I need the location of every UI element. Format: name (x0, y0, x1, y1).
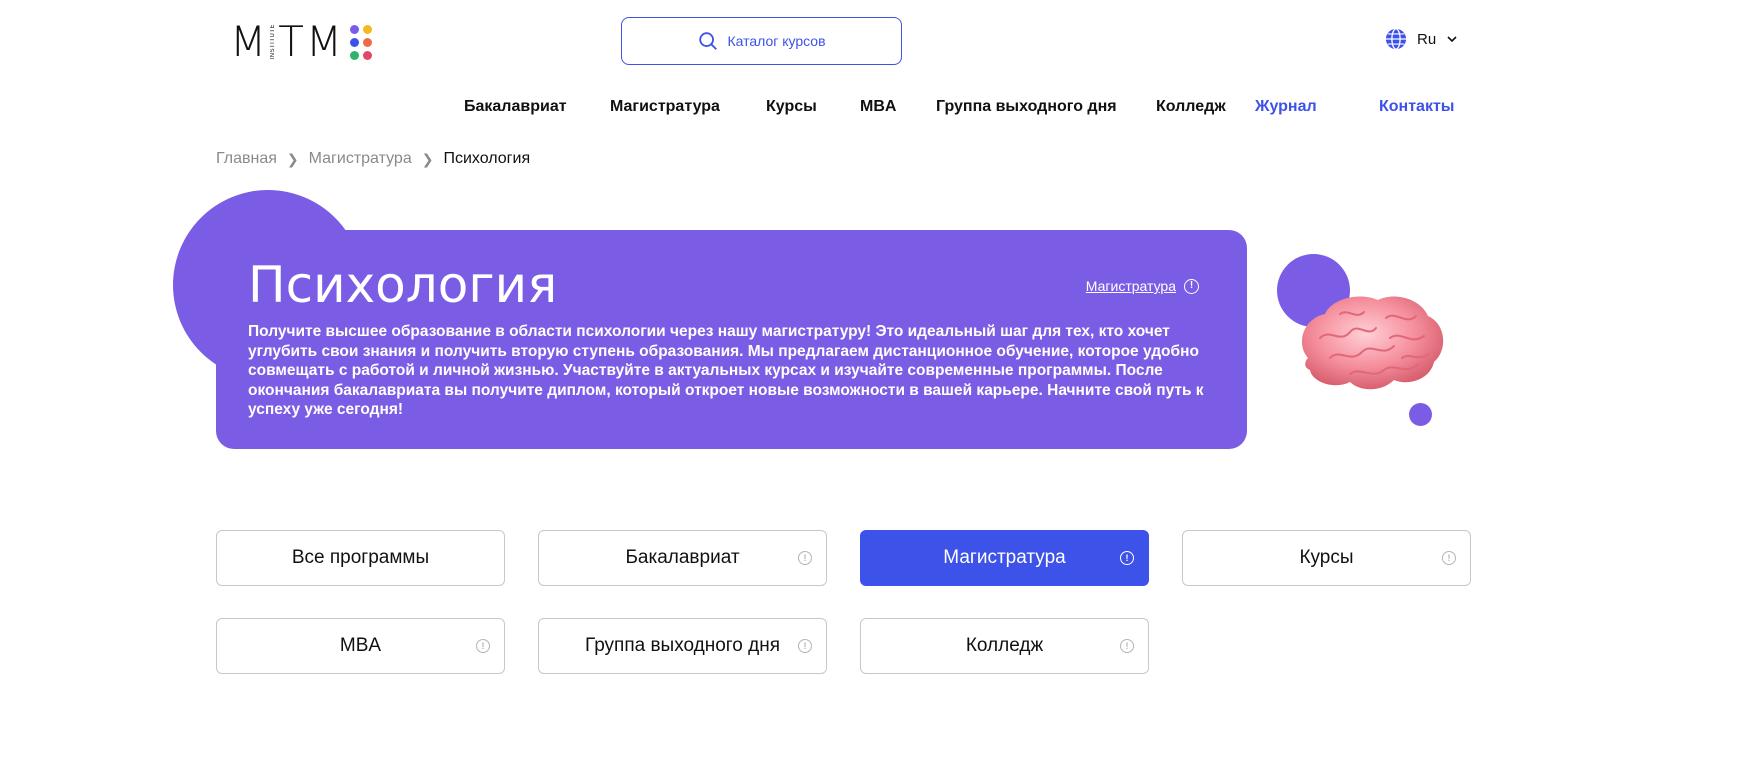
filter-college[interactable]: Колледж ! (860, 618, 1149, 674)
hero-description: Получите высшее образование в области пс… (248, 323, 1204, 418)
nav-item-college[interactable]: Колледж (1156, 98, 1226, 116)
decor-circle-small (1409, 403, 1432, 426)
nav-item-bachelor[interactable]: Бакалавриат (464, 98, 567, 116)
nav-item-mba[interactable]: MBA (860, 98, 896, 116)
breadcrumb: Главная ❯ Магистратура ❯ Психология (216, 150, 530, 168)
filter-master[interactable]: Магистратура ! (860, 530, 1149, 586)
logo-dots-icon (350, 24, 373, 60)
filter-all-programs[interactable]: Все программы (216, 530, 505, 586)
logo-text-m: M (230, 17, 269, 66)
filter-courses[interactable]: Курсы ! (1182, 530, 1471, 586)
hero-category-label: Магистратура (1085, 278, 1176, 294)
info-icon[interactable]: ! (1120, 551, 1134, 565)
brain-image (1301, 296, 1444, 390)
nav-item-contacts[interactable]: Контакты (1379, 98, 1454, 116)
main-nav: Бакалавриат Магистратура Курсы MBA Групп… (0, 98, 1737, 118)
logo-subtitle: INSTITUTE (270, 24, 277, 60)
filter-bachelor[interactable]: Бакалавриат ! (538, 530, 827, 586)
info-icon[interactable]: ! (798, 551, 812, 565)
language-selector[interactable]: Ru (1385, 28, 1458, 50)
filter-label: Бакалавриат (625, 547, 740, 568)
hero-category-link[interactable]: Магистратура ! (1086, 278, 1199, 294)
page-title: Психология (248, 256, 558, 314)
nav-item-journal[interactable]: Журнал (1255, 98, 1317, 116)
filter-mba[interactable]: MBA ! (216, 618, 505, 674)
info-icon[interactable]: ! (1442, 551, 1456, 565)
filter-label: Магистратура (943, 547, 1066, 568)
info-icon[interactable]: ! (798, 639, 812, 653)
chevron-right-icon: ❯ (421, 150, 434, 167)
globe-icon (1385, 28, 1407, 50)
info-icon[interactable]: ! (476, 639, 490, 653)
nav-item-master[interactable]: Магистратура (610, 98, 720, 116)
breadcrumb-current: Психология (443, 150, 531, 167)
info-icon[interactable]: ! (1120, 639, 1134, 653)
hero-banner: Психология Магистратура ! Получите высше… (216, 230, 1247, 449)
filter-weekend-group[interactable]: Группа выходного дня ! (538, 618, 827, 674)
nav-item-courses[interactable]: Курсы (766, 98, 817, 116)
chevron-down-icon (1447, 36, 1457, 43)
search-label: Каталог курсов (727, 33, 826, 49)
info-icon[interactable]: ! (1184, 278, 1199, 294)
filter-label: MBA (339, 635, 382, 656)
breadcrumb-parent[interactable]: Магистратура (309, 150, 412, 168)
chevron-right-icon: ❯ (286, 150, 299, 167)
nav-item-weekend-group[interactable]: Группа выходного дня (936, 98, 1117, 116)
logo-text-tm: TM (278, 17, 345, 66)
catalog-search-button[interactable]: Каталог курсов (621, 17, 902, 65)
filter-label: Колледж (965, 635, 1044, 656)
filter-label: Курсы (1299, 547, 1354, 568)
search-icon (699, 32, 718, 50)
filter-label: Все программы (291, 547, 430, 568)
breadcrumb-home[interactable]: Главная (216, 150, 277, 168)
filter-label: Группа выходного дня (584, 635, 781, 656)
language-label: Ru (1417, 30, 1437, 48)
logo[interactable]: M INSTITUTE TM (230, 17, 373, 66)
